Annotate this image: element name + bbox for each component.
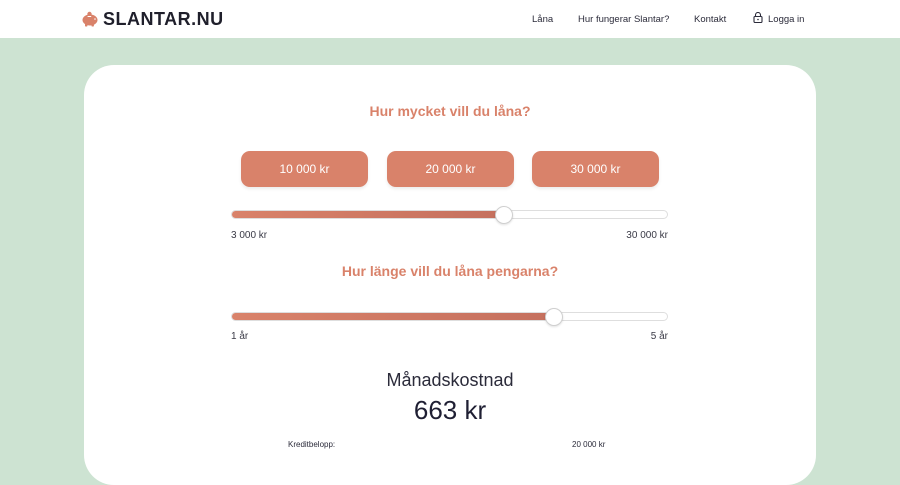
amount-slider-min-label: 3 000 kr (231, 230, 268, 241)
duration-slider-min-label: 1 år (231, 331, 249, 342)
duration-slider-thumb[interactable] (544, 307, 563, 326)
nav-link-lana[interactable]: Låna (532, 14, 553, 25)
nav-item-lana[interactable]: Låna (532, 0, 553, 38)
credit-amount-label: Kreditbelopp: (288, 440, 336, 449)
duration-slider[interactable] (231, 307, 668, 326)
duration-question: Hur länge vill du låna pengarna? (341, 263, 559, 279)
login-link[interactable]: Logga in (753, 0, 804, 38)
amount-slider-fill (232, 211, 504, 218)
nav-item-how-it-works[interactable]: Hur fungerar Slantar? (578, 0, 669, 38)
loan-calculator-card: Hur mycket vill du låna? 10 000 kr 20 00… (84, 65, 816, 485)
login-label[interactable]: Logga in (768, 14, 804, 25)
amount-button-10000[interactable]: 10 000 kr (241, 151, 368, 187)
credit-amount-value: 20 000 kr (572, 440, 606, 449)
amount-slider-thumb[interactable] (494, 205, 513, 224)
amount-slider-max-label: 30 000 kr (626, 230, 668, 241)
amount-button-20000[interactable]: 20 000 kr (387, 151, 514, 187)
nav-link-how-it-works[interactable]: Hur fungerar Slantar? (578, 14, 669, 25)
lock-icon (753, 11, 768, 26)
duration-slider-fill (232, 313, 554, 320)
amount-slider[interactable] (231, 205, 668, 224)
amount-button-30000[interactable]: 30 000 kr (532, 151, 659, 187)
nav-item-contact[interactable]: Kontakt (694, 0, 726, 38)
logo[interactable]: SLANTAR.NU (81, 7, 224, 31)
duration-slider-max-label: 5 år (650, 331, 668, 342)
nav-link-contact[interactable]: Kontakt (694, 14, 726, 25)
logo-text: SLANTAR.NU (103, 8, 224, 29)
monthly-cost-value: 663 kr (413, 395, 487, 425)
monthly-cost-title: Månadskostnad (386, 370, 514, 390)
amount-question: Hur mycket vill du låna? (369, 103, 531, 119)
piggy-bank-icon (81, 11, 99, 27)
top-navigation-bar: SLANTAR.NU Låna Hur fungerar Slantar? Ko… (0, 0, 900, 38)
